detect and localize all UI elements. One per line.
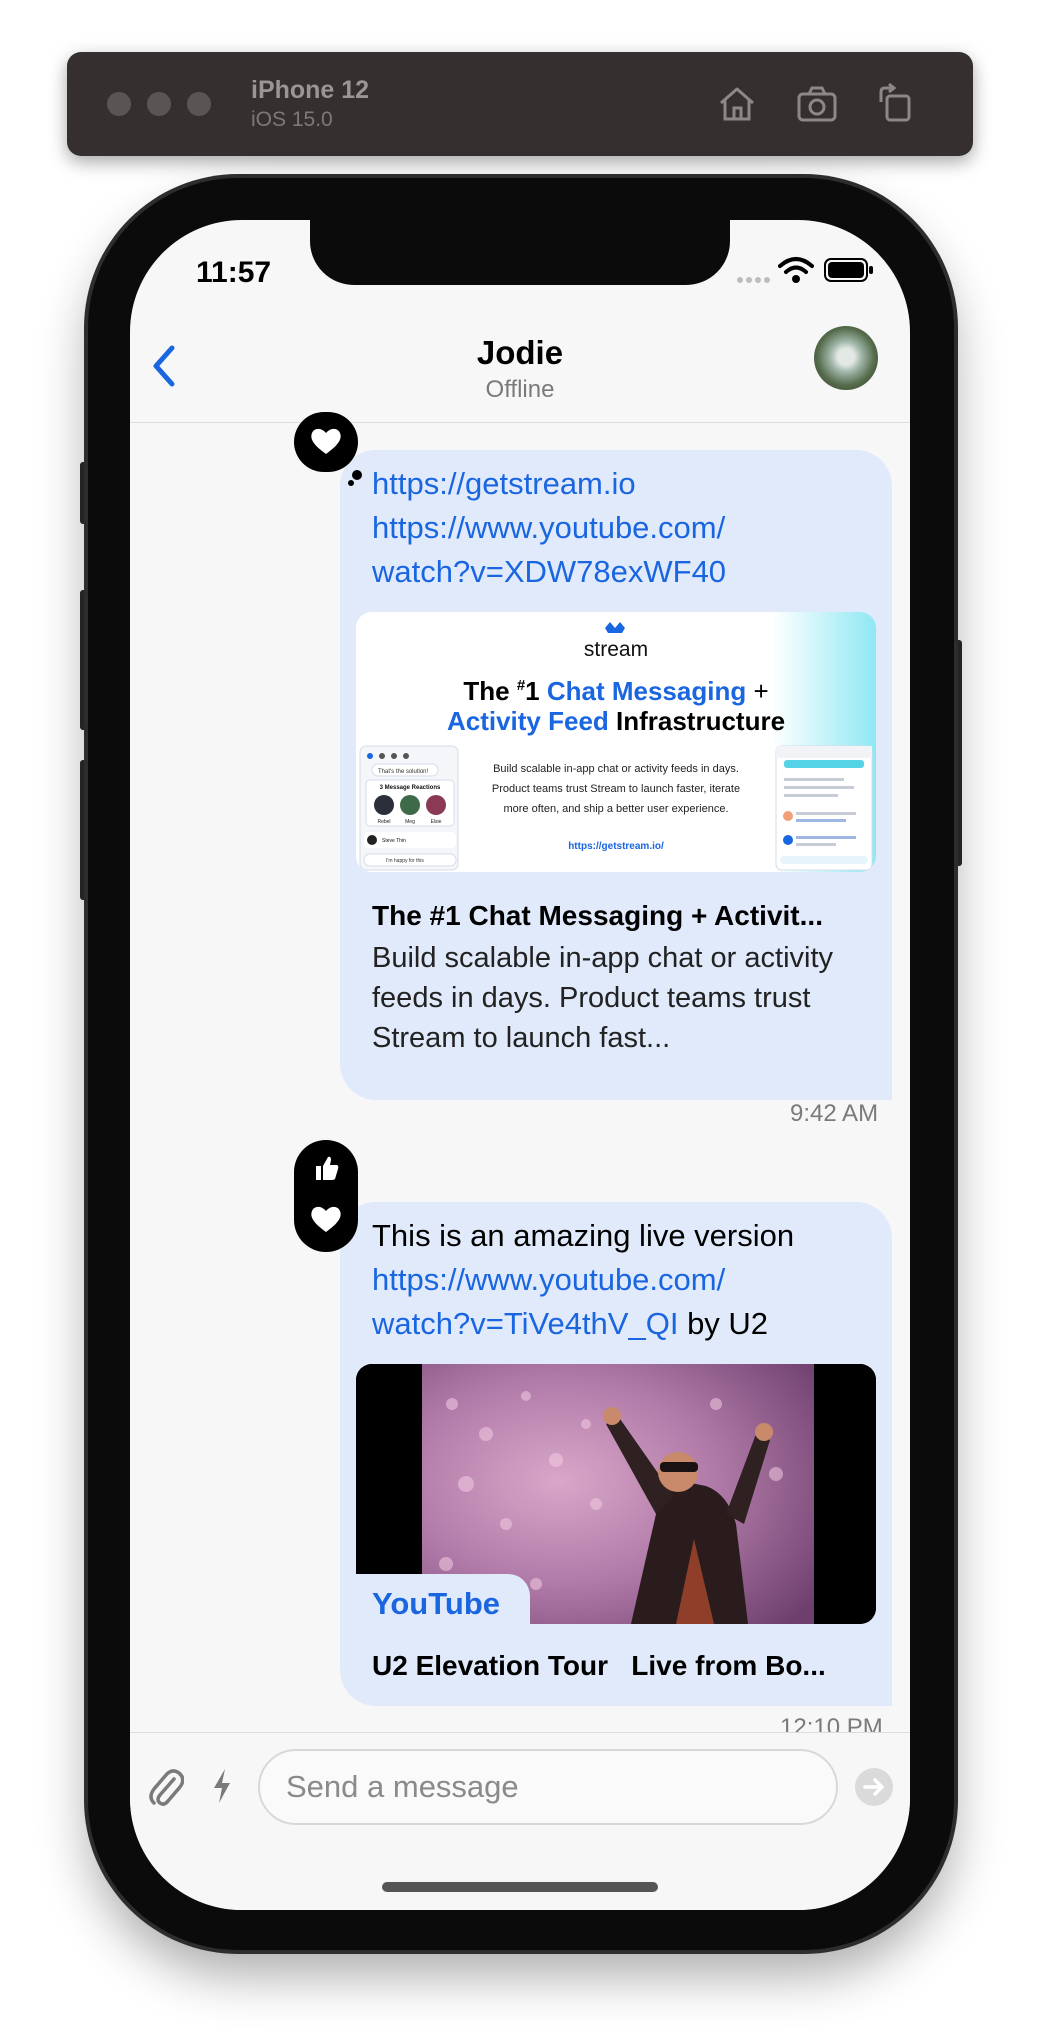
link-source-badge: YouTube	[356, 1574, 530, 1638]
banner-headline-1: The #1 Chat Messaging +	[463, 676, 768, 706]
home-indicator	[382, 1882, 658, 1892]
simulator-device-name: iPhone 12	[251, 76, 370, 104]
home-icon[interactable]	[715, 82, 759, 126]
message-link[interactable]: https://www.youtube.com/	[372, 510, 725, 545]
banner-url: https://getstream.io/	[568, 841, 664, 852]
link-preview-title[interactable]: U2 Elevation Tour Live from Bo...	[372, 1650, 826, 1682]
message-link[interactable]: watch?v=TiVe4thV_QI	[372, 1306, 678, 1341]
message-link[interactable]: watch?v=XDW78exWF40	[372, 554, 726, 589]
status-time: 11:57	[196, 256, 272, 289]
chat-header: Jodie Offline	[130, 314, 910, 423]
avatar[interactable]	[814, 326, 878, 390]
banner-body-3: more often, and ship a better user exper…	[503, 803, 728, 815]
message-timestamp: 9:42 AM	[790, 1100, 879, 1127]
stream-banner-graphic: stream The #1 Chat Messaging + Activity …	[356, 612, 876, 872]
banner-body-2: Product teams trust Stream to launch fas…	[492, 783, 740, 795]
link-preview-image[interactable]: stream The #1 Chat Messaging + Activity …	[356, 612, 876, 872]
simulator-os-version: iOS 15.0	[251, 108, 333, 131]
signal-icon	[737, 277, 770, 283]
paperclip-icon[interactable]	[148, 1765, 184, 1809]
window-close-button[interactable]	[107, 92, 131, 116]
svg-text:Rebel: Rebel	[377, 819, 390, 825]
lightning-icon[interactable]	[210, 1767, 234, 1805]
heart-icon	[311, 428, 341, 454]
online-status: Offline	[485, 376, 555, 403]
battery-icon	[824, 258, 873, 282]
svg-text:That's the solution!: That's the solution!	[378, 769, 429, 775]
wifi-icon	[778, 257, 814, 283]
message-text: This is an amazing live version https://…	[372, 1218, 795, 1341]
message-text: https://getstream.io https://www.youtube…	[372, 462, 726, 594]
send-arrow-icon[interactable]	[854, 1767, 894, 1807]
message-link[interactable]: https://www.youtube.com/	[372, 1262, 725, 1297]
notch	[310, 220, 730, 285]
heart-icon	[311, 1206, 341, 1232]
svg-text:3 Message Reactions: 3 Message Reactions	[380, 785, 441, 791]
svg-text:I'm happy for this: I'm happy for this	[386, 858, 424, 864]
reaction-bubble[interactable]	[294, 1140, 358, 1252]
channel-title: Jodie	[476, 334, 564, 371]
message-link[interactable]: https://getstream.io	[372, 466, 636, 501]
rotate-icon[interactable]	[873, 82, 917, 126]
window-minimize-button[interactable]	[147, 92, 171, 116]
link-preview-title[interactable]: The #1 Chat Messaging + Activit...	[372, 900, 823, 932]
screenshot-icon[interactable]	[795, 82, 839, 126]
banner-body-1: Build scalable in-app chat or activity f…	[493, 763, 739, 775]
banner-headline-2: Activity Feed Infrastructure	[447, 706, 785, 736]
phone-screen: 11:57 Jodie Offline https://getstream.io…	[130, 220, 910, 1910]
window-zoom-button[interactable]	[187, 92, 211, 116]
reaction-tail	[352, 470, 362, 480]
thumbs-up-icon	[316, 1156, 339, 1180]
simulator-toolbar: iPhone 12 iOS 15.0	[67, 52, 973, 156]
reaction-bubble[interactable]	[294, 412, 358, 472]
reaction-tail	[348, 480, 354, 486]
svg-text:Steve Thin: Steve Thin	[382, 838, 406, 844]
message-bubble[interactable]: https://getstream.io https://www.youtube…	[340, 450, 892, 1100]
svg-text:Elsie: Elsie	[431, 819, 442, 825]
message-bubble[interactable]: This is an amazing live version https://…	[340, 1202, 892, 1706]
svg-text:Meg: Meg	[405, 819, 415, 825]
message-input[interactable]	[258, 1749, 838, 1825]
link-preview-description: Build scalable in-app chat or activity f…	[372, 942, 834, 1054]
link-source-label: YouTube	[372, 1586, 500, 1621]
banner-brand: stream	[584, 638, 648, 661]
